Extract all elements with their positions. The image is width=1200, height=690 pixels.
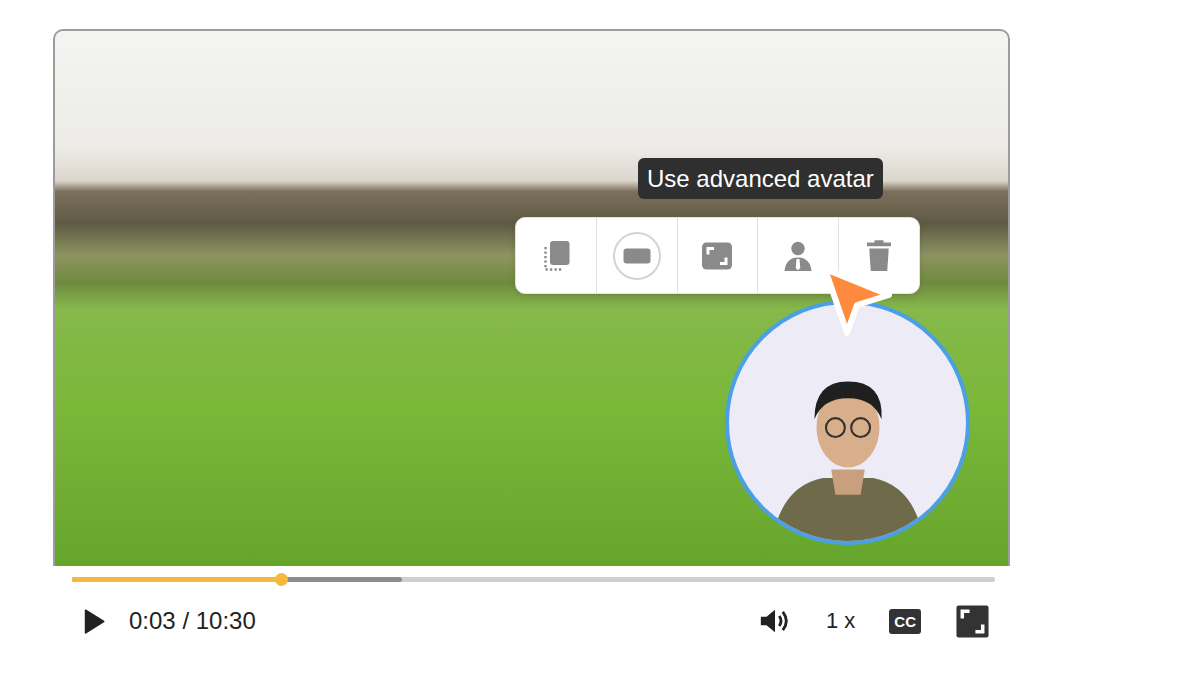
controls-bar: 0:03 / 10:30 1 x CC [53,601,1010,641]
captions-button[interactable]: CC [889,609,921,634]
avatar-bubble[interactable] [725,300,970,545]
resize-icon [699,238,735,274]
speed-button[interactable]: 1 x [826,608,855,634]
avatar-person-icon [743,331,953,541]
tool-ring [613,232,661,280]
tool-ring [693,232,741,280]
toolbar-button[interactable] [678,218,759,293]
cursor-icon [817,261,897,341]
toolbar-button[interactable] [516,218,597,293]
background-icon [619,238,655,274]
fullscreen-icon[interactable] [955,604,990,639]
played-fill [72,577,281,582]
progress-knob[interactable] [275,573,288,586]
trash-icon [861,238,897,274]
play-icon[interactable] [80,608,107,635]
tool-ring [774,232,822,280]
page: Use advanced avatar 0:03 / 10:30 1 x CC [0,0,1200,690]
avatar-icon [780,238,816,274]
tool-ring [532,232,580,280]
tool-ring [855,232,903,280]
volume-icon[interactable] [758,604,792,638]
time-display: 0:03 / 10:30 [129,607,256,635]
tooltip: Use advanced avatar [638,158,883,199]
progress-bar[interactable] [72,577,995,582]
toolbar-button[interactable] [597,218,678,293]
video-frame[interactable]: Use advanced avatar [53,29,1010,566]
duplicate-icon [538,238,574,274]
video-player: Use advanced avatar 0:03 / 10:30 1 x CC [53,29,1010,641]
